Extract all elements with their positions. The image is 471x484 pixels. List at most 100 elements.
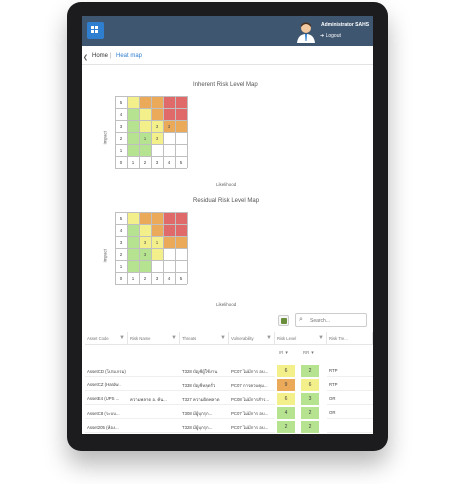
y-tick: 5 [119,99,123,105]
heatmap-cell [127,108,139,120]
table-cell[interactable]: AssetE4 (UPS ... [85,392,128,405]
heatmap-cell [163,96,175,108]
user-avatar-icon[interactable] [296,21,316,43]
x-tick: 4 [167,159,171,165]
heatmap-cell [139,96,151,108]
table-cell: PC07 ไม่มีการ อบ... [229,364,275,377]
y-tick: 2 [119,251,123,257]
residual-risk-level: 6 [301,379,319,391]
residual-risk-level: 3 [301,393,319,405]
table-cell: T338 บัญชีหลุดรั่ว [180,378,229,391]
heatmap-cell [163,236,175,248]
column-header[interactable]: Risk Tre... [327,332,373,345]
logout-arrow-icon: ➜ [320,33,325,39]
inherent-risk-level: 6 [277,393,295,405]
search-box[interactable]: ⌕ [295,313,367,327]
excel-export-icon [281,318,287,324]
y-tick: 1 [119,147,123,153]
heatmap-cell [151,248,163,260]
table-cell[interactable]: Asset205 (ห้อง... [85,420,128,433]
y-tick: 1 [119,263,123,269]
heatmap-cell: 3 [139,248,151,260]
residual-risk-level: 2 [301,407,319,419]
table-cell: T308 มีผู้บุกรุก... [180,406,229,419]
table-cell: PC07 ไม่มีการ อบ... [229,406,275,419]
heatmap-cell: 3 [151,120,163,132]
table-cell[interactable]: AssetCD (โปรแกรม) [85,364,128,377]
table-cell[interactable]: AssetC8 (ระบบ... [85,406,128,419]
heatmap-cell [151,212,163,224]
grid-line [175,96,176,168]
user-name: Administrator SAHS [321,22,370,28]
filter-icon[interactable]: ▼ [119,335,125,341]
table-cell [327,420,373,433]
inherent-risk-level: 4 [277,407,295,419]
grid-line [115,168,187,169]
grid-line [163,212,164,284]
collapse-arrow-icon[interactable]: ❮ [83,54,88,61]
heatmap-cell [127,260,139,272]
heatmap-cell [127,248,139,260]
y-tick: 4 [119,227,123,233]
x-tick: 2 [143,159,147,165]
breadcrumb-home[interactable]: Home [92,53,108,59]
x-tick: 3 [155,159,159,165]
table-cell: RTP [327,364,373,377]
inherent-heatmap: 543332131012345 [115,96,188,180]
heatmap-cell [175,260,187,272]
inherent-risk-level: 9 [277,379,295,391]
grid-line [115,284,187,285]
heatmap-cell [163,212,175,224]
breadcrumb: ❮ Home | Heat map [82,51,373,65]
heatmap-cell [127,132,139,144]
table-cell [128,364,180,377]
x-tick: 3 [155,275,159,281]
heatmap-cell [163,260,175,272]
table-cell: T328 บัญชีผู้ใช้งาน [180,364,229,377]
logout-link[interactable]: ➜ Logout [320,33,341,39]
heatmap-cell: 3 [139,236,151,248]
table-cell[interactable]: AssetCZ (Hardw.. [85,378,128,391]
logout-label: Logout [325,33,341,39]
y-tick: 3 [119,239,123,245]
y-tick: 3 [119,123,123,129]
heatmap-cell [151,260,163,272]
heatmap-cell [163,224,175,236]
breadcrumb-separator: | [110,53,112,59]
inherent-map-ylabel: Impact [102,130,108,145]
table-cell: PC08 ไม่มีการสำร... [229,392,275,405]
residual-risk-level: 2 [301,365,319,377]
x-tick: 1 [131,275,135,281]
table-cell: OR [327,406,373,419]
risk-level-subheader: RR ▼ [303,350,315,355]
filter-icon[interactable]: ▼ [266,335,272,341]
filter-icon[interactable]: ▼ [171,335,177,341]
x-tick: 2 [143,275,147,281]
heatmap-cell [127,224,139,236]
heatmap-cell [175,108,187,120]
breadcrumb-current: Heat map [116,53,143,59]
search-icon: ⌕ [299,316,303,323]
filter-icon[interactable]: ▼ [220,335,226,341]
heatmap-cell [139,212,151,224]
grid-line [115,156,187,157]
grid-line [175,212,176,284]
heatmap-cell [127,120,139,132]
grid-line [115,144,187,145]
grid-line [187,96,188,168]
heatmap-cell [139,108,151,120]
heatmap-cell [175,248,187,260]
residual-heatmap: 54331231012345 [115,212,188,296]
heatmap-cell [175,212,187,224]
heatmap-cell: 1 [139,132,151,144]
heatmap-cell [139,120,151,132]
x-tick: 5 [179,275,183,281]
grid-menu-icon[interactable] [87,22,104,39]
x-tick: 1 [131,159,135,165]
table-cell: PC07 ไม่มีการ อบ... [229,420,275,433]
search-input[interactable] [310,316,365,325]
risk-level-subheader: IR ▼ [279,350,289,355]
filter-icon[interactable]: ▼ [318,335,324,341]
excel-export-button[interactable] [278,315,289,326]
grid-line [163,96,164,168]
